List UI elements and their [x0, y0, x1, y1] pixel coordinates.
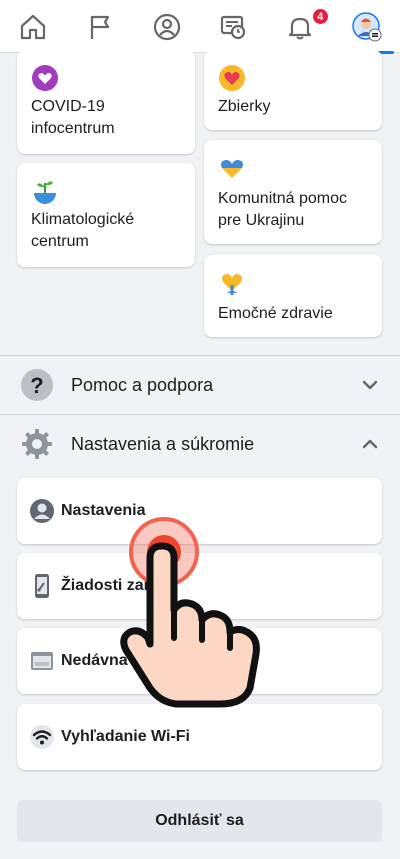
- tab-profile[interactable]: [133, 0, 200, 53]
- globe-plant-icon: [34, 181, 56, 204]
- klima-card[interactable]: Klimatologické centrum: [17, 163, 195, 267]
- ukrajina-card[interactable]: Komunitná pomoc pre Ukrajinu: [204, 140, 382, 244]
- profile-icon: [153, 13, 180, 40]
- settings-item-label: Vyhľadanie Wi-Fi: [61, 728, 190, 745]
- emocne-label: Emočné zdravie: [218, 305, 333, 322]
- heart-icon: [219, 65, 245, 91]
- tab-news[interactable]: [200, 0, 267, 53]
- emotional-heart-icon: [222, 274, 242, 295]
- zbierky-card[interactable]: Zbierky: [204, 50, 382, 130]
- notification-badge: 4: [312, 9, 328, 24]
- svg-text:?: ?: [30, 373, 43, 398]
- covid-heart-icon: [32, 65, 58, 91]
- emocne-card[interactable]: Emočné zdravie: [204, 255, 382, 337]
- person-circle-icon: [30, 499, 54, 523]
- tab-pages[interactable]: [67, 0, 134, 53]
- question-icon: ?: [21, 369, 53, 401]
- tab-notifications[interactable]: 4: [267, 0, 334, 53]
- klima-label: Klimatologické centrum: [31, 211, 135, 250]
- help-label: Pomoc a podpora: [71, 374, 214, 395]
- bell-icon: [288, 17, 312, 39]
- tab-home[interactable]: [0, 0, 67, 53]
- browser-icon: [31, 652, 53, 670]
- covid-label: COVID-19 infocentrum: [31, 98, 115, 137]
- help-section-row[interactable]: ? Pomoc a podpora: [0, 356, 400, 414]
- ukrajina-label: Komunitná pomoc pre Ukrajinu: [218, 190, 347, 229]
- chevron-down-icon: [362, 380, 378, 390]
- news-clock-icon: [221, 15, 246, 39]
- flag-icon: [90, 15, 110, 39]
- pointing-hand-icon: [120, 542, 260, 708]
- logout-button[interactable]: Odhlásiť sa: [17, 800, 382, 842]
- settings-item-nastavenia[interactable]: Nastavenia: [17, 478, 382, 544]
- home-icon: [21, 14, 46, 39]
- settings-item-wifi[interactable]: Vyhľadanie Wi-Fi: [17, 704, 382, 770]
- phone-icon: [35, 574, 49, 598]
- tab-menu[interactable]: [333, 0, 400, 54]
- avatar-menu-icon: [351, 11, 382, 41]
- wifi-icon: [30, 725, 54, 749]
- settings-section-label: Nastavenia a súkromie: [71, 433, 255, 454]
- zbierky-label: Zbierky: [218, 98, 271, 115]
- ukraine-heart-icon: [221, 160, 243, 178]
- chevron-up-icon: [362, 439, 378, 449]
- settings-item-label: Nastavenia: [61, 502, 146, 519]
- settings-section-row[interactable]: Nastavenia a súkromie: [0, 415, 400, 473]
- gear-icon: [22, 429, 52, 459]
- covid-card[interactable]: COVID-19 infocentrum: [17, 50, 195, 154]
- top-navigation: 4: [0, 0, 400, 54]
